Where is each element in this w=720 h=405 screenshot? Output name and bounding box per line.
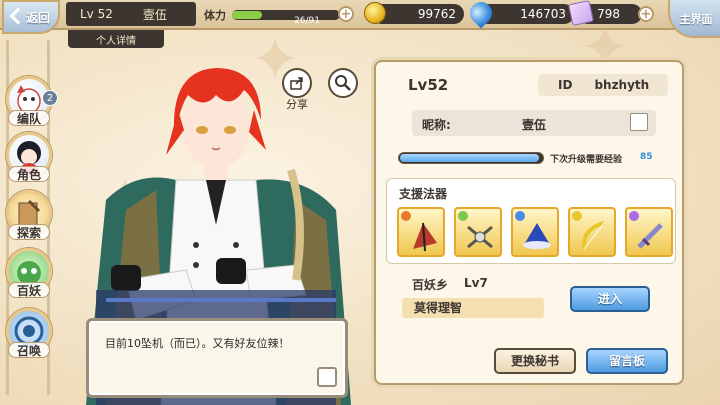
nickname-key: 昵称: (422, 118, 451, 132)
change-secretary-button[interactable]: 更换秘书 (494, 348, 576, 374)
nav-label-monsters: 百妖 (8, 282, 50, 298)
main-menu-label: 主界面 (679, 13, 713, 26)
drop-value: 146703 (520, 7, 566, 21)
exp-label: 下次升级需要经验 (550, 155, 623, 165)
notification-badge: 2 (42, 90, 58, 106)
nav-label-explore: 探索 (8, 224, 50, 240)
village-info: 百妖乡 Lv7 (412, 276, 488, 293)
fan-weapon-icon (413, 222, 437, 252)
support-artifacts: 支援法器 (386, 178, 676, 264)
nickname-row: 昵称: 壹伍 (412, 110, 656, 136)
profile-level: Lv52 (408, 76, 449, 94)
drop-counter: 146703 (465, 0, 574, 29)
exp-bar-fill (400, 154, 540, 162)
nav-label-team: 编队 (8, 110, 50, 126)
stamina-bar: 26/91 (232, 10, 340, 26)
profile-panel: Lv52 ID bhzhyth 昵称: 壹伍 下次升级需要经验 85 支援法器 … (374, 60, 684, 385)
exp-value: 85 (640, 152, 653, 162)
top-bar: 返回 Lv 52 壹伍 体力 26/91 + 99762 146703 798 … (0, 0, 720, 38)
water-drop-icon (465, 0, 497, 29)
gold-value: 99762 (417, 7, 456, 21)
nav-label-summon: 召唤 (8, 342, 50, 358)
add-stamina-button[interactable]: + (338, 6, 354, 22)
tab-personal-details-label: 个人详情 (96, 35, 136, 47)
search-button[interactable] (328, 68, 358, 98)
enter-village-button[interactable]: 进入 (570, 286, 650, 312)
id-value: bhzhyth (594, 78, 650, 92)
stamina-value: 26/91 (294, 16, 320, 26)
character-dialogue-box: 目前10坠机（而已）。又有好友位辣！ (86, 318, 348, 398)
player-profile-chip: Lv 52 壹伍 (66, 2, 196, 26)
add-card-button[interactable]: + (638, 6, 654, 22)
message-board-button[interactable]: 留言板 (586, 348, 668, 374)
village-name: 莫得理智 (402, 298, 544, 318)
edit-dialogue-icon[interactable] (317, 367, 337, 387)
support-slot[interactable] (511, 207, 559, 257)
back-button[interactable]: 返回 (2, 0, 60, 34)
main-menu-button[interactable]: 主界面 (668, 0, 720, 38)
id-key: ID (558, 78, 573, 92)
nav-item-explore[interactable]: 探索 (4, 190, 54, 246)
stamina-bar-fill (232, 11, 263, 19)
tab-personal-details[interactable]: 个人详情 (68, 30, 164, 48)
share-label: 分享 (286, 98, 308, 111)
nav-item-monsters[interactable]: 百妖 (4, 248, 54, 304)
game-screen: ✦ ✦ ✦ ✧ 返回 Lv 52 壹伍 体力 26/91 + 99762 146… (0, 0, 720, 405)
edit-nickname-icon[interactable] (630, 113, 648, 131)
support-title: 支援法器 (399, 187, 448, 201)
nickname-value: 壹伍 (522, 118, 547, 132)
crossbow-weapon-icon (467, 225, 493, 249)
search-icon (335, 75, 351, 91)
support-slot[interactable] (397, 207, 445, 257)
support-slot[interactable] (454, 207, 502, 257)
village-label: 百妖乡 (412, 278, 449, 292)
card-icon (567, 0, 595, 27)
gold-coin-icon (364, 2, 386, 24)
player-name: 壹伍 (142, 7, 167, 22)
chevron-left-icon (9, 7, 27, 25)
sword-weapon-icon (637, 223, 663, 249)
nav-item-team[interactable]: 编队 2 (4, 76, 58, 132)
card-value: 798 (597, 7, 620, 21)
back-label: 返回 (25, 10, 50, 25)
stamina-label: 体力 (204, 9, 226, 22)
card-counter: 798 (567, 0, 642, 27)
nav-item-summon[interactable]: 召唤 (4, 308, 54, 364)
nav-item-character[interactable]: 角色 (4, 132, 54, 188)
village-level: Lv7 (464, 276, 488, 290)
gold-counter: 99762 (364, 2, 464, 24)
player-level: Lv 52 (80, 7, 113, 21)
share-icon (290, 77, 303, 90)
dialogue-text: 目前10坠机（而已）。又有好友位辣！ (105, 337, 290, 350)
share-button[interactable] (282, 68, 312, 98)
support-slot[interactable] (625, 207, 673, 257)
bow-weapon-icon (581, 221, 605, 250)
hat-weapon-icon (523, 223, 551, 249)
exp-bar (398, 152, 544, 164)
support-slot[interactable] (568, 207, 616, 257)
nav-label-character: 角色 (8, 166, 50, 182)
player-id-box: ID bhzhyth (538, 74, 668, 96)
stamina-meter: 体力 26/91 + (204, 4, 354, 26)
